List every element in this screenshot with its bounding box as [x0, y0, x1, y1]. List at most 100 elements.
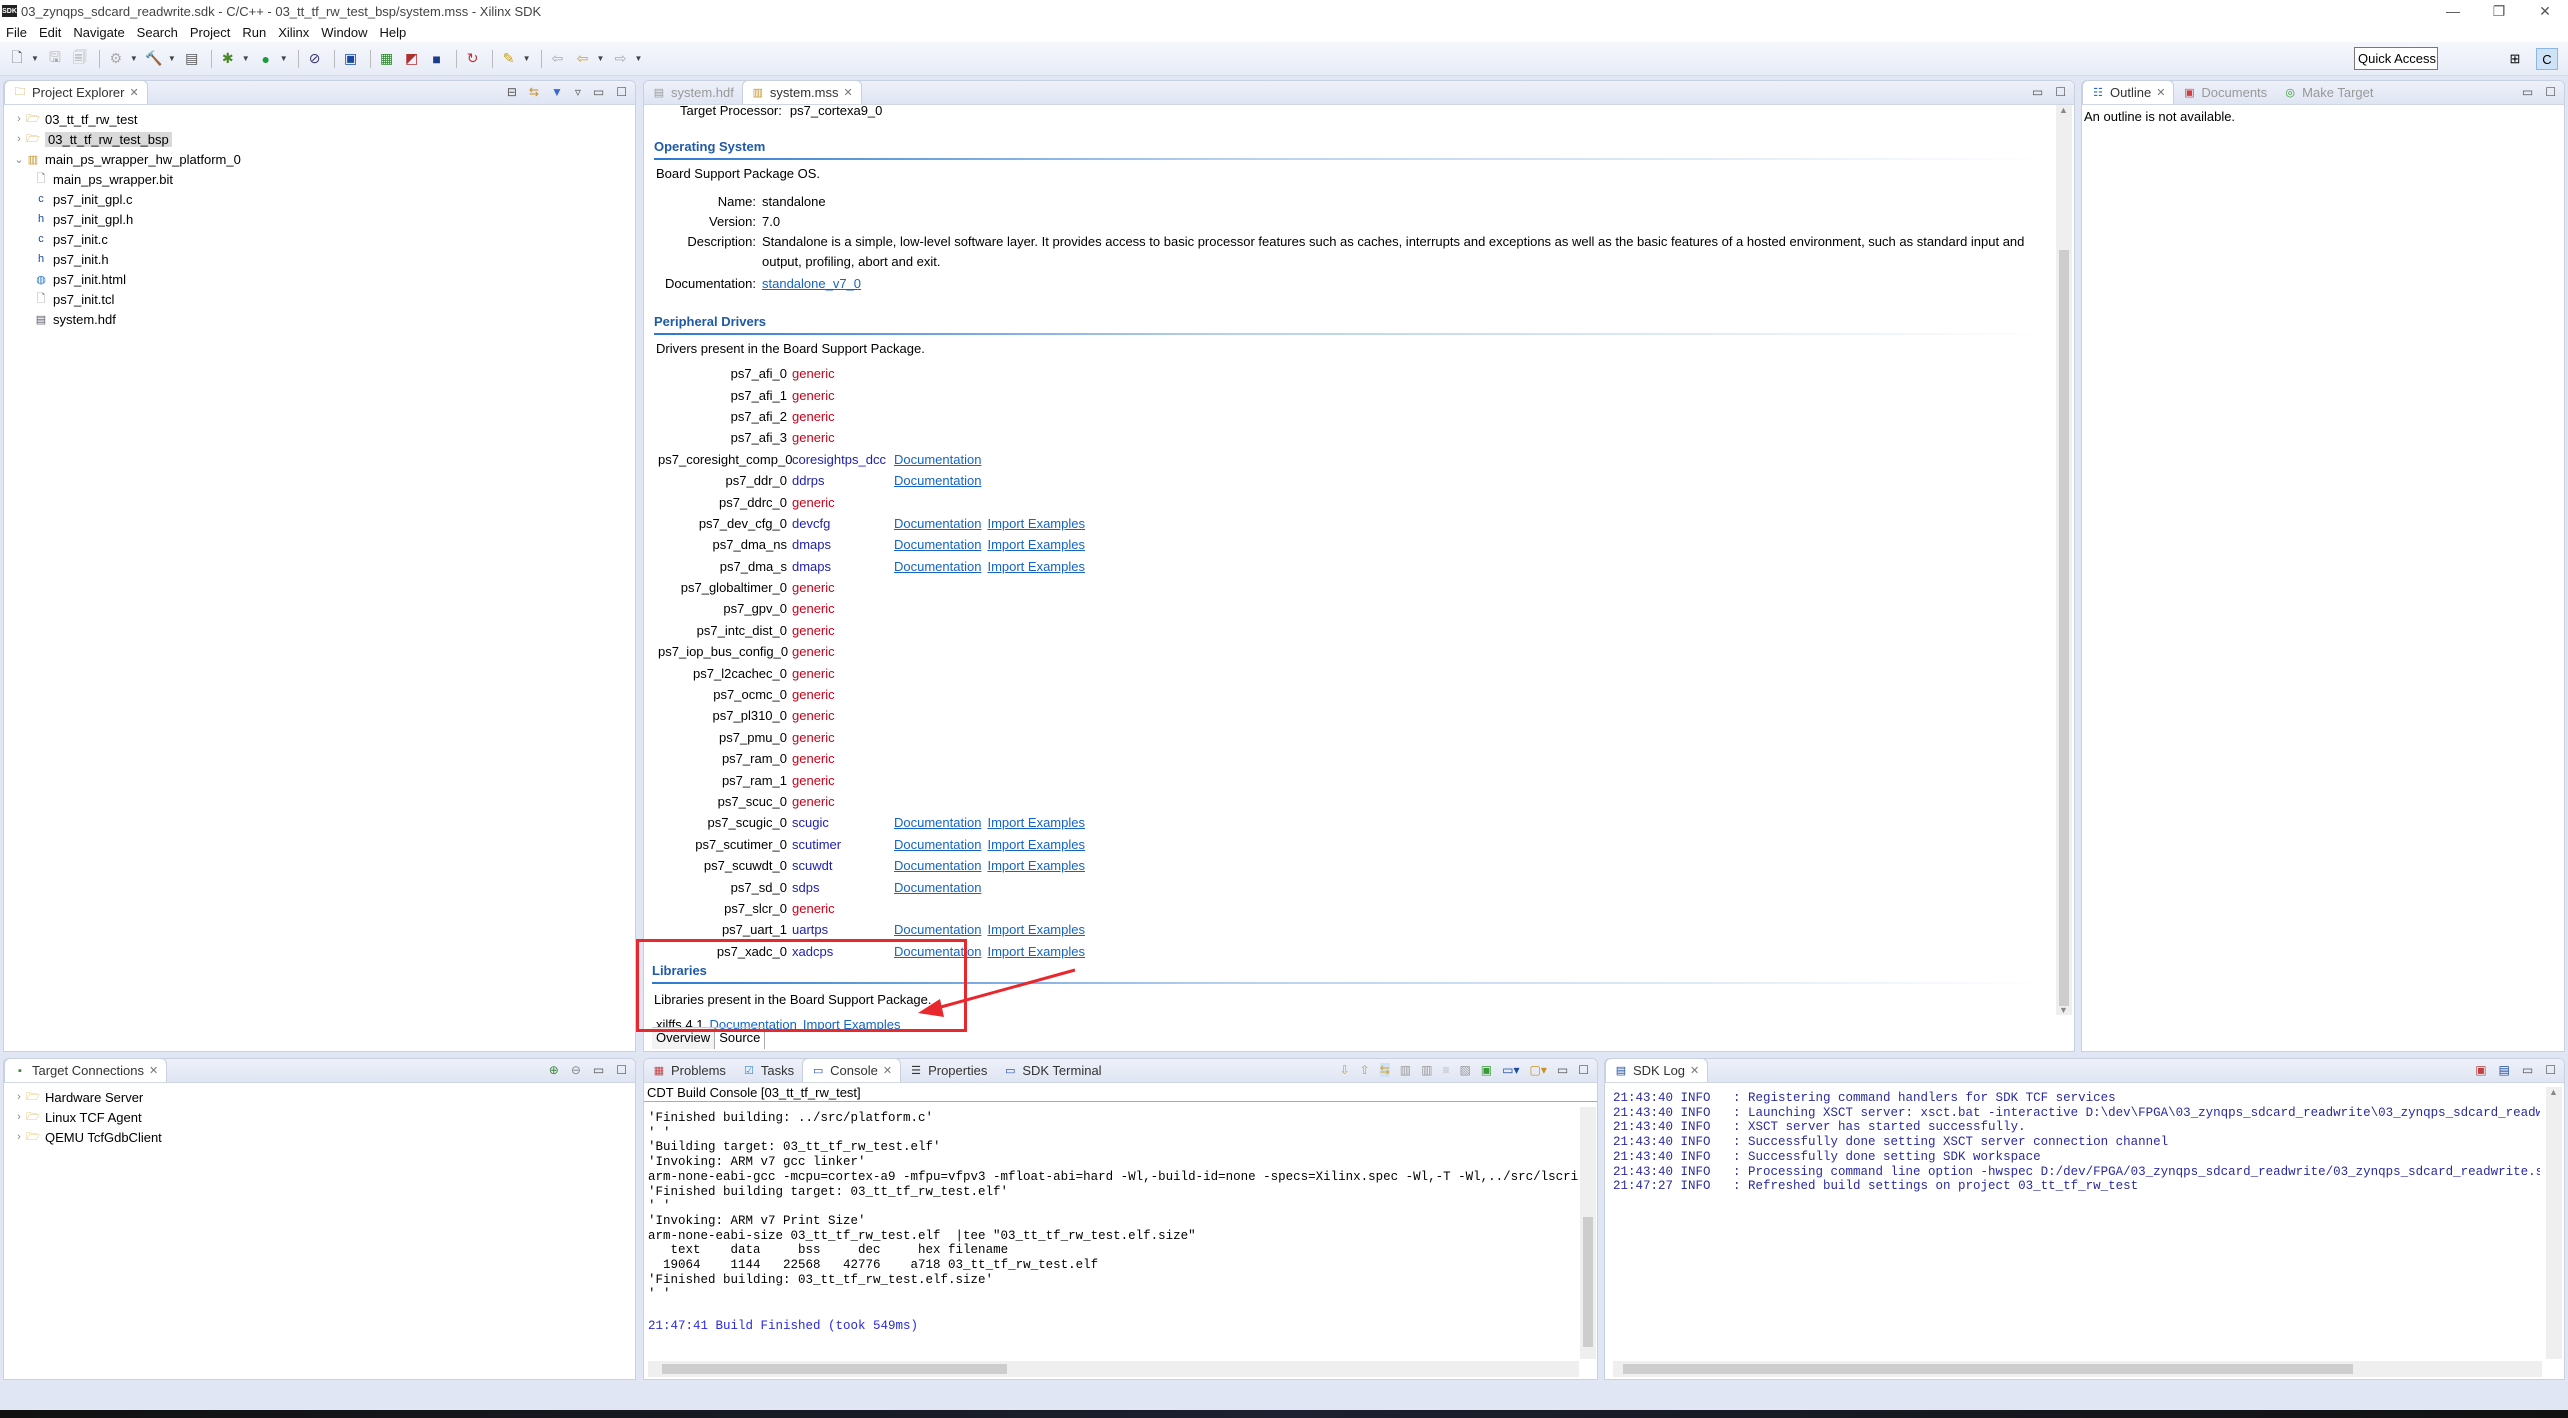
new-dropdown[interactable]: ▼ [31, 54, 39, 63]
sync-icon[interactable]: ↻ [462, 48, 484, 70]
tree-item[interactable]: › 🗁 03_tt_tf_rw_test_bsp [4, 129, 635, 149]
chevron-right-icon[interactable]: › [12, 1111, 26, 1123]
editor-scroll-thumb[interactable] [2059, 250, 2069, 1006]
tab-outline[interactable]: ☷ Outline ✕ [2082, 80, 2175, 104]
binary-file-icon[interactable]: ▤ [181, 48, 203, 70]
debug-dropdown[interactable]: ▼ [242, 54, 250, 63]
close-icon[interactable]: ✕ [129, 86, 138, 99]
tab-make-target[interactable]: ◎ Make Target [2275, 80, 2381, 104]
tab-sdk-log[interactable]: ▤ SDK Log ✕ [1605, 1058, 1709, 1082]
marker-dropdown[interactable]: ▼ [523, 54, 531, 63]
new-icon[interactable]: 🗋 [6, 48, 28, 70]
save-icon[interactable]: 🖫 [44, 48, 66, 70]
driver-documentation-link[interactable]: Documentation [894, 858, 981, 873]
maximize-icon[interactable]: ☐ [616, 1063, 627, 1077]
open-perspective-icon[interactable]: ⊞ [2504, 48, 2526, 70]
console-hscroll-thumb[interactable] [662, 1364, 1007, 1374]
build-config-icon[interactable]: ⚙ [105, 48, 127, 70]
filter-icon[interactable]: ▼ [551, 85, 563, 99]
driver-documentation-link[interactable]: Documentation [894, 537, 981, 552]
menu-window[interactable]: Window [321, 25, 367, 40]
vivado-icon[interactable]: ◩ [401, 48, 423, 70]
new-connection-icon[interactable]: ⊕ [549, 1063, 559, 1077]
display-console-icon[interactable]: ▭▾ [1502, 1063, 1519, 1077]
menu-search[interactable]: Search [137, 25, 178, 40]
minimize-icon[interactable]: ▭ [593, 85, 604, 99]
build-hammer-icon[interactable]: 🔨 [143, 48, 165, 70]
driver-import-examples-link[interactable]: Import Examples [987, 559, 1085, 574]
scroll-up-arrow-icon[interactable]: ⇧ [1360, 1063, 1370, 1077]
scroll-up-icon[interactable]: ▲ [2549, 1087, 2558, 1097]
save-all-icon[interactable]: 🗐 [69, 48, 91, 70]
tab-problems[interactable]: ▦ Problems [644, 1058, 734, 1082]
scroll-up-icon[interactable]: ▲ [2059, 105, 2068, 115]
quick-access-input[interactable]: Quick Access [2354, 47, 2438, 70]
tree-item[interactable]: ⌄ ▥ main_ps_wrapper_hw_platform_0 [4, 149, 635, 169]
tree-item[interactable]: 🗋 main_ps_wrapper.bit [4, 169, 635, 189]
chevron-right-icon[interactable]: › [12, 133, 26, 145]
editor-vscrollbar[interactable]: ▲ ▼ [2056, 105, 2072, 1015]
skip-breakpoints-icon[interactable]: ⊘ [304, 48, 326, 70]
driver-import-examples-link[interactable]: Import Examples [987, 858, 1085, 873]
export-log-icon[interactable]: ▤ [2499, 1063, 2510, 1077]
tab-system-hdf[interactable]: ▤ system.hdf [644, 80, 742, 104]
menu-help[interactable]: Help [380, 25, 407, 40]
show-console-icon[interactable]: ≡ [1442, 1063, 1449, 1077]
target-connection-item[interactable]: › 🗁 Hardware Server [4, 1087, 635, 1107]
console-vscrollbar[interactable] [1580, 1107, 1596, 1359]
chevron-right-icon[interactable]: › [12, 1091, 26, 1103]
last-edit-icon[interactable]: ⇦ [547, 48, 569, 70]
tab-console[interactable]: ▭ Console ✕ [802, 1058, 902, 1082]
tab-system-mss[interactable]: ▥ system.mss ✕ [741, 80, 862, 104]
pin-console-icon[interactable]: ▣ [1481, 1063, 1492, 1077]
tree-item[interactable]: c ps7_init_gpl.c [4, 189, 635, 209]
close-icon[interactable]: ✕ [1690, 1064, 1699, 1077]
tab-tasks[interactable]: ☑ Tasks [734, 1058, 802, 1082]
restore-button[interactable]: ❐ [2476, 0, 2522, 22]
close-icon[interactable]: ✕ [149, 1064, 158, 1077]
driver-import-examples-link[interactable]: Import Examples [987, 537, 1085, 552]
tree-item[interactable]: › 🗁 03_tt_tf_rw_test [4, 109, 635, 129]
tree-item[interactable]: h ps7_init.h [4, 249, 635, 269]
os-documentation-link[interactable]: standalone_v7_0 [762, 274, 861, 294]
log-hscroll-thumb[interactable] [1623, 1364, 2353, 1374]
menu-edit[interactable]: Edit [39, 25, 61, 40]
open-console-icon[interactable]: ▢▾ [1530, 1063, 1547, 1077]
link-editor-icon[interactable]: ⇆ [529, 85, 539, 99]
terminal-icon[interactable]: ■ [426, 48, 448, 70]
tab-properties[interactable]: ☰ Properties [901, 1058, 995, 1082]
collapse-all-icon[interactable]: ⊟ [507, 85, 517, 99]
scroll-lock-icon[interactable]: ▥ [1421, 1063, 1432, 1077]
driver-import-examples-link[interactable]: Import Examples [987, 837, 1085, 852]
tree-item[interactable]: ◍ ps7_init.html [4, 269, 635, 289]
driver-import-examples-link[interactable]: Import Examples [987, 922, 1085, 937]
build-config-dropdown[interactable]: ▼ [130, 54, 138, 63]
maximize-icon[interactable]: ☐ [1578, 1063, 1589, 1077]
chevron-right-icon[interactable]: › [12, 1131, 26, 1143]
cpp-perspective-icon[interactable]: C [2536, 48, 2558, 70]
target-connection-item[interactable]: › 🗁 Linux TCF Agent [4, 1107, 635, 1127]
menu-xilinx[interactable]: Xilinx [278, 25, 309, 40]
tab-sdk-terminal[interactable]: ▭ SDK Terminal [995, 1058, 1109, 1082]
close-window-button[interactable]: ✕ [2522, 0, 2568, 22]
driver-documentation-link[interactable]: Documentation [894, 473, 981, 488]
tab-documents[interactable]: ▣ Documents [2174, 80, 2275, 104]
console-hscrollbar[interactable] [648, 1361, 1579, 1377]
back-icon[interactable]: ⇦ [572, 48, 594, 70]
menu-file[interactable]: File [6, 25, 27, 40]
driver-documentation-link[interactable]: Documentation [894, 559, 981, 574]
driver-documentation-link[interactable]: Documentation [894, 837, 981, 852]
driver-documentation-link[interactable]: Documentation [894, 516, 981, 531]
menu-project[interactable]: Project [190, 25, 230, 40]
tab-project-explorer[interactable]: 🗀 Project Explorer ✕ [4, 80, 148, 104]
menu-run[interactable]: Run [242, 25, 266, 40]
word-wrap-icon[interactable]: ⇆ [1379, 1063, 1390, 1077]
driver-import-examples-link[interactable]: Import Examples [987, 516, 1085, 531]
driver-documentation-link[interactable]: Documentation [894, 922, 981, 937]
build-dropdown[interactable]: ▼ [168, 54, 176, 63]
run-dropdown[interactable]: ▼ [280, 54, 288, 63]
chevron-down-icon[interactable]: ⌄ [12, 153, 26, 166]
target-connection-item[interactable]: › 🗁 QEMU TcfGdbClient [4, 1127, 635, 1147]
close-icon[interactable]: ✕ [2156, 86, 2165, 99]
clear-log-icon[interactable]: ▣ [2475, 1063, 2486, 1077]
